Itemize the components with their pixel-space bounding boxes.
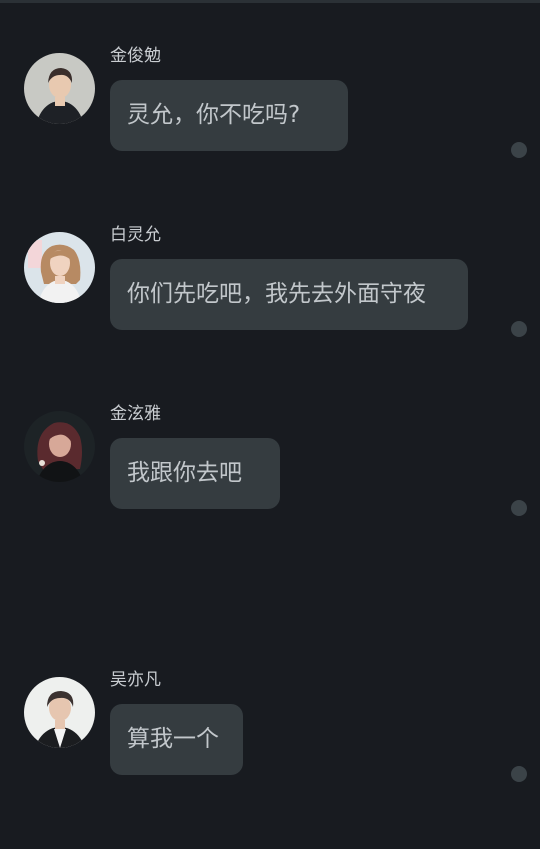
sender-name: 金俊勉 — [110, 46, 161, 66]
avatar-man-icon[interactable] — [24, 677, 95, 748]
status-dot — [511, 766, 527, 782]
top-divider — [0, 0, 540, 3]
avatar-girl-icon[interactable] — [24, 232, 95, 303]
status-dot — [511, 142, 527, 158]
message-bubble[interactable]: 你们先吃吧，我先去外面守夜 — [110, 259, 468, 330]
status-dot — [511, 321, 527, 337]
sender-name: 吴亦凡 — [110, 670, 161, 690]
message-bubble[interactable]: 算我一个 — [110, 704, 243, 775]
sender-name: 金泫雅 — [110, 404, 161, 424]
message-bubble[interactable]: 我跟你去吧 — [110, 438, 280, 509]
avatar-boy-icon[interactable] — [24, 53, 95, 124]
sender-name: 白灵允 — [110, 225, 161, 245]
message-bubble[interactable]: 灵允，你不吃吗? — [110, 80, 348, 151]
status-dot — [511, 500, 527, 516]
avatar-girl-dark-icon[interactable] — [24, 411, 95, 482]
